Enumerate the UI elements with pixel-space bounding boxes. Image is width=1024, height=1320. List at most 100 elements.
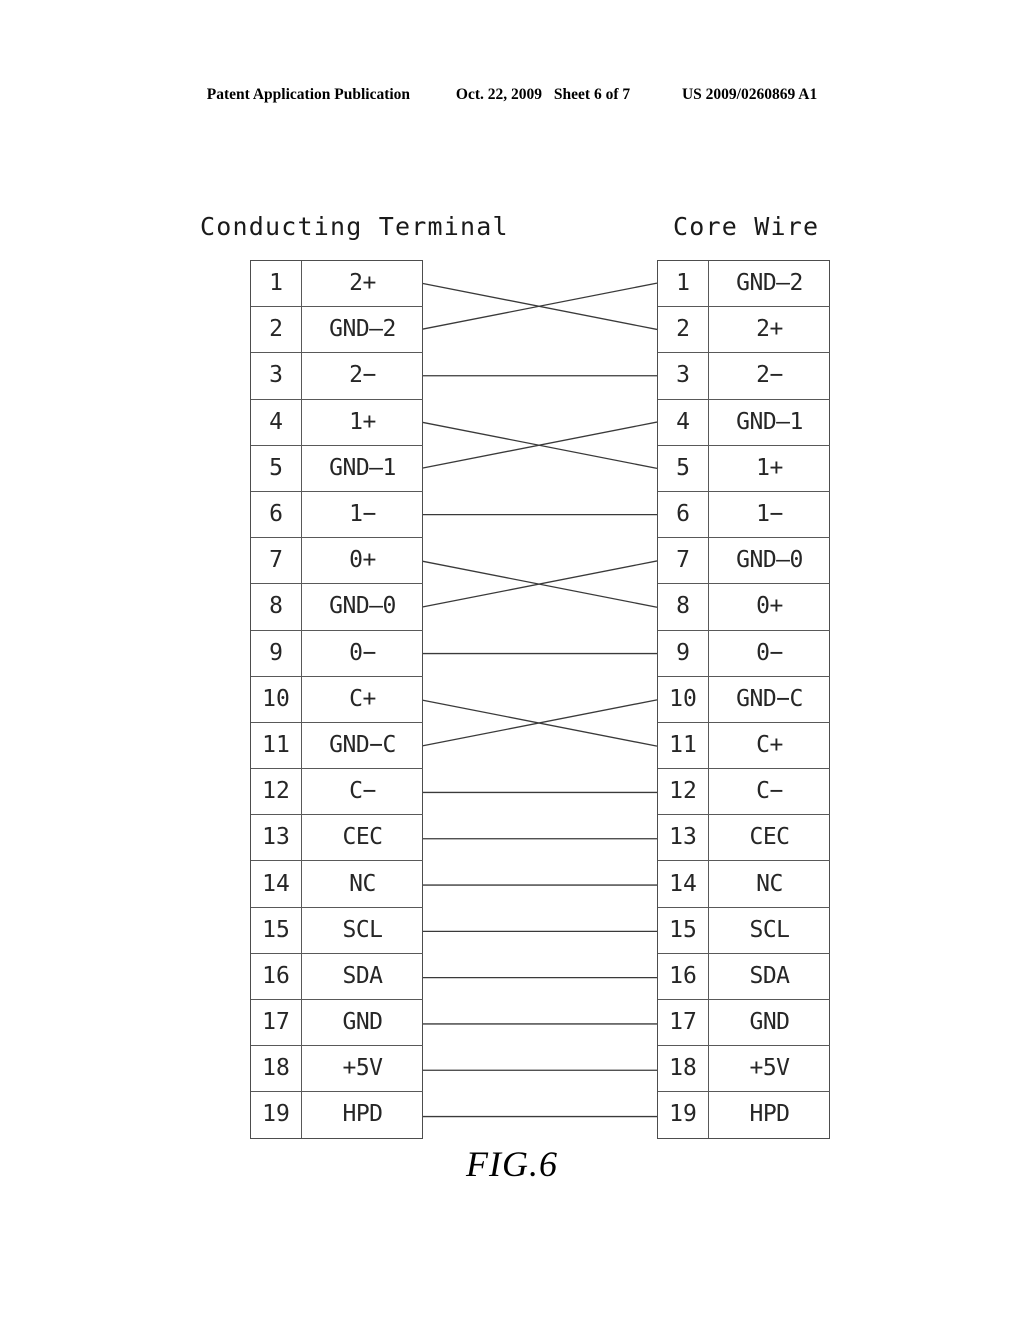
pin-number-cell: 12 (658, 768, 709, 816)
signal-name-cell: HPD (301, 1091, 423, 1138)
pin-number-cell: 16 (658, 952, 709, 1001)
signal-name-cell: +5V (708, 1045, 830, 1093)
table-row: 4 1+ (251, 398, 423, 446)
pin-number-cell: 11 (251, 721, 302, 770)
pin-number-cell: 9 (658, 629, 709, 677)
signal-name-cell: 0+ (301, 537, 423, 585)
conducting-terminal-heading: Conducting Terminal (200, 212, 509, 241)
signal-name-cell: GND‒1 (301, 444, 423, 492)
table-row: 2 2+ (658, 306, 830, 354)
table-row: 17 GND (251, 998, 423, 1047)
table-row: 14 NC (251, 860, 423, 908)
signal-name-cell: GND (708, 998, 830, 1047)
signal-name-cell: GND‒0 (708, 537, 830, 585)
pin-number-cell: 6 (251, 490, 302, 539)
signal-name-cell: GND−C (708, 675, 830, 723)
figure-caption: FIG.6 (466, 1144, 558, 1184)
wire-crossed (420, 699, 658, 747)
table-row: 12 C− (251, 768, 423, 816)
table-row: 3 2− (251, 352, 423, 400)
table-row: 4 GND‒1 (658, 398, 830, 446)
pin-number-cell: 3 (251, 352, 302, 400)
signal-name-cell: 2− (301, 352, 423, 400)
table-row: 6 1− (251, 490, 423, 539)
pin-number-cell: 18 (251, 1045, 302, 1093)
pin-number-cell: 10 (251, 675, 302, 723)
pin-number-cell: 12 (251, 768, 302, 816)
signal-name-cell: NC (708, 860, 830, 908)
table-row: 19 HPD (251, 1091, 423, 1138)
table-row: 2 GND‒2 (251, 306, 423, 354)
wire-crossed (420, 282, 658, 331)
pin-number-cell: 14 (251, 860, 302, 908)
pin-number-cell: 4 (658, 398, 709, 446)
connection-wires (420, 282, 658, 1118)
signal-name-cell: GND‒0 (301, 583, 423, 631)
signal-name-cell: CEC (708, 814, 830, 862)
table-row: 15 SCL (658, 906, 830, 954)
pin-number-cell: 14 (658, 860, 709, 908)
table-row: 5 GND‒1 (251, 444, 423, 492)
core-wire-rows: 1 GND‒2 2 2+ 3 2− 4 GND‒1 5 1+ 6 1− 7 GND‒0 8 0+ 9 0− 10 GN… (658, 261, 830, 1138)
pin-number-cell: 7 (251, 537, 302, 585)
signal-name-cell: NC (301, 860, 423, 908)
signal-name-cell: 2+ (708, 306, 830, 354)
table-row: 11 GND−C (251, 721, 423, 770)
table-row: 19 HPD (658, 1091, 830, 1138)
conducting-terminal-rows: 1 2+ 2 GND‒2 3 2− 4 1+ 5 GND‒1 6 1− 7 0+ 8 GND‒0 9 0− 10 C+… (251, 261, 423, 1138)
signal-name-cell: HPD (708, 1091, 830, 1138)
signal-name-cell: GND‒2 (301, 306, 423, 354)
table-row: 3 2− (658, 352, 830, 400)
pin-number-cell: 4 (251, 398, 302, 446)
table-row: 10 C+ (251, 675, 423, 723)
pin-number-cell: 1 (658, 261, 709, 308)
pin-number-cell: 7 (658, 537, 709, 585)
pin-number-cell: 13 (658, 814, 709, 862)
signal-name-cell: 0− (301, 629, 423, 677)
signal-name-cell: +5V (301, 1045, 423, 1093)
signal-name-cell: C+ (301, 675, 423, 723)
signal-name-cell: 2+ (301, 261, 423, 308)
conducting-terminal-table: 1 2+ 2 GND‒2 3 2− 4 1+ 5 GND‒1 6 1− 7 0+ 8 GND‒0 9 0− 10 C+… (250, 260, 423, 1139)
pin-number-cell: 3 (658, 352, 709, 400)
core-wire-table: 1 GND‒2 2 2+ 3 2− 4 GND‒1 5 1+ 6 1− 7 GND‒0 8 0+ 9 0− 10 GN… (657, 260, 830, 1139)
table-row: 17 GND (658, 998, 830, 1047)
table-row: 11 C+ (658, 721, 830, 770)
signal-name-cell: C− (708, 768, 830, 816)
signal-name-cell: 0+ (708, 583, 830, 631)
wire-crossed (420, 560, 658, 608)
wire-crossed (420, 421, 658, 469)
wire-crossed (420, 282, 658, 331)
table-row: 8 0+ (658, 583, 830, 631)
pin-number-cell: 9 (251, 629, 302, 677)
pin-number-cell: 19 (658, 1091, 709, 1138)
wire-crossed (420, 421, 658, 469)
table-row: 13 CEC (658, 814, 830, 862)
pin-number-cell: 13 (251, 814, 302, 862)
table-row: 16 SDA (251, 952, 423, 1001)
signal-name-cell: GND (301, 998, 423, 1047)
table-row: 1 2+ (251, 261, 423, 308)
pin-number-cell: 8 (658, 583, 709, 631)
signal-name-cell: GND‒2 (708, 261, 830, 308)
figure-6: Conducting Terminal Core Wire 1 2+ 2 GND‒2 3… (0, 0, 1024, 1320)
table-row: 1 GND‒2 (658, 261, 830, 308)
pin-number-cell: 17 (251, 998, 302, 1047)
pin-number-cell: 2 (251, 306, 302, 354)
signal-name-cell: 1− (708, 490, 830, 539)
core-wire-heading: Core Wire (673, 212, 820, 241)
signal-name-cell: 1− (301, 490, 423, 539)
table-row: 14 NC (658, 860, 830, 908)
table-row: 10 GND−C (658, 675, 830, 723)
signal-name-cell: 1+ (708, 444, 830, 492)
signal-name-cell: GND−C (301, 721, 423, 770)
wire-crossed (420, 560, 658, 608)
wire-crossed (420, 699, 658, 747)
signal-name-cell: 0− (708, 629, 830, 677)
table-row: 8 GND‒0 (251, 583, 423, 631)
table-row: 15 SCL (251, 906, 423, 954)
pin-number-cell: 10 (658, 675, 709, 723)
signal-name-cell: CEC (301, 814, 423, 862)
table-row: 13 CEC (251, 814, 423, 862)
table-row: 9 0− (251, 629, 423, 677)
